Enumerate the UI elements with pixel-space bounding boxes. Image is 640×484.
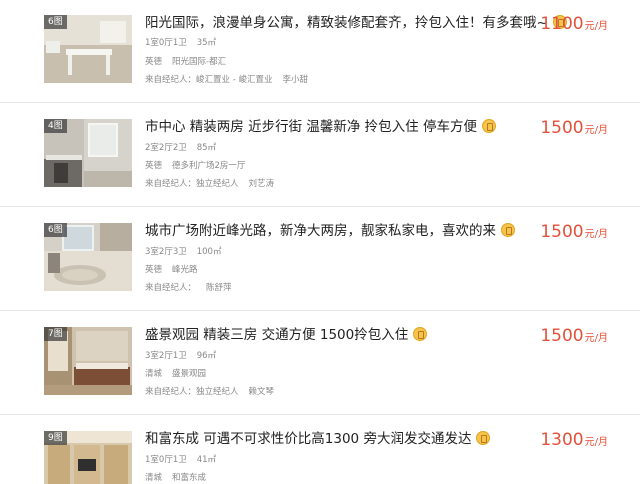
- photo-count-badge: 9图: [44, 431, 67, 445]
- listing-title[interactable]: 城市广场附近峰光路，新净大两房，靓家私家电，喜欢的来: [145, 223, 496, 239]
- price-unit: 元/月: [584, 333, 608, 344]
- photo-count-badge: 7图: [44, 327, 67, 341]
- listing-spec: 1室0厅1卫 35㎡: [145, 37, 216, 49]
- listing-item[interactable]: 9图 和富东成 可遇不可求性价比高1300 旁大润发交通发达 1300元/月 1…: [0, 416, 640, 484]
- community-link[interactable]: 峰光路: [172, 265, 198, 275]
- district-link[interactable]: 清城: [145, 369, 162, 379]
- agent-name-link[interactable]: 李小甜: [282, 75, 308, 85]
- price-value: 1300: [540, 430, 584, 450]
- listing-location: 英德 德多利广场2房一厅: [145, 160, 245, 172]
- verified-badge-icon: [413, 327, 428, 341]
- district-link[interactable]: 清城: [145, 473, 162, 483]
- listing-location: 英德 峰光路: [145, 264, 198, 276]
- listing-spec: 3室2厅1卫 96㎡: [145, 350, 216, 362]
- listing-spec: 1室0厅1卫 41㎡: [145, 454, 216, 466]
- district-link[interactable]: 英德: [145, 57, 162, 67]
- listing-spec: 3室2厅3卫 100㎡: [145, 246, 221, 258]
- agent-name-link[interactable]: 赖文琴: [249, 387, 275, 397]
- room-layout: 2室2厅2卫: [145, 143, 187, 153]
- room-layout: 1室0厅1卫: [145, 38, 187, 48]
- verified-badge-icon: [481, 119, 496, 133]
- community-link[interactable]: 盛景观园: [172, 369, 206, 379]
- listing-location: 清城 和富东成: [145, 472, 206, 484]
- agent-source: 来自经纪人：峻汇置业 - 峻汇置业: [145, 75, 273, 85]
- listing-price: 1100元/月: [540, 14, 608, 34]
- listing-title[interactable]: 市中心 精装两房 近步行街 温馨新净 拎包入住 停车方便: [145, 119, 477, 135]
- listing-agent: 来自经纪人：峻汇置业 - 峻汇置业 李小甜: [145, 74, 308, 86]
- listing-thumbnail[interactable]: 6图: [44, 223, 132, 291]
- agent-source: 来自经纪人：: [145, 283, 197, 293]
- listing-title-link[interactable]: 市中心 精装两房 近步行街 温馨新净 拎包入住 停车方便: [145, 117, 496, 137]
- listing-spec: 2室2厅2卫 85㎡: [145, 142, 216, 154]
- price-value: 1500: [540, 118, 584, 138]
- listing-location: 清城 盛景观园: [145, 368, 206, 380]
- price-value: 1500: [540, 222, 584, 242]
- verified-badge-icon: [501, 223, 515, 237]
- listing-title-link[interactable]: 盛景观园 精装三房 交通方便 1500拎包入住: [145, 325, 428, 345]
- price-unit: 元/月: [584, 229, 608, 240]
- district-link[interactable]: 英德: [145, 265, 162, 275]
- photo-count-badge: 6图: [44, 223, 67, 237]
- room-area: 41㎡: [196, 455, 217, 465]
- price-unit: 元/月: [584, 21, 608, 32]
- listing-title-link[interactable]: 和富东成 可遇不可求性价比高1300 旁大润发交通发达: [145, 429, 491, 449]
- listing-item[interactable]: 6图 城市广场附近峰光路，新净大两房，靓家私家电，喜欢的来 1500元/月 3室…: [0, 208, 640, 311]
- room-area: 85㎡: [196, 143, 217, 153]
- listing-price: 1500元/月: [540, 118, 608, 138]
- listing-thumbnail[interactable]: 7图: [44, 327, 132, 395]
- price-unit: 元/月: [584, 437, 608, 448]
- room-layout: 1室0厅1卫: [145, 455, 187, 465]
- listing-thumbnail[interactable]: 9图: [44, 431, 132, 484]
- room-area: 100㎡: [196, 247, 222, 257]
- community-link[interactable]: 阳光国际-都汇: [172, 57, 226, 67]
- listing-item[interactable]: 6图 阳光国际，浪漫单身公寓，精致装修配套齐，拎包入住！有多套哦~ 1100元/…: [0, 0, 640, 103]
- price-unit: 元/月: [584, 125, 608, 136]
- agent-source: 来自经纪人：独立经纪人: [145, 387, 239, 397]
- agent-name-link[interactable]: 刘艺涛: [249, 179, 275, 189]
- agent-source: 来自经纪人：独立经纪人: [145, 179, 239, 189]
- community-link[interactable]: 和富东成: [172, 473, 206, 483]
- photo-count-badge: 6图: [44, 15, 67, 29]
- listing-agent: 来自经纪人： 陈舒萍: [145, 282, 232, 294]
- listing-title[interactable]: 盛景观园 精装三房 交通方便 1500拎包入住: [145, 327, 408, 343]
- listing-item[interactable]: 7图 盛景观园 精装三房 交通方便 1500拎包入住 1500元/月 3室2厅1…: [0, 312, 640, 415]
- listing-agent: 来自经纪人：独立经纪人 刘艺涛: [145, 178, 274, 190]
- photo-count-badge: 4图: [44, 119, 67, 133]
- listing-title[interactable]: 阳光国际，浪漫单身公寓，精致装修配套齐，拎包入住！有多套哦~: [145, 15, 548, 31]
- listing-list: 6图 阳光国际，浪漫单身公寓，精致装修配套齐，拎包入住！有多套哦~ 1100元/…: [0, 0, 640, 484]
- listing-title[interactable]: 和富东成 可遇不可求性价比高1300 旁大润发交通发达: [145, 431, 471, 447]
- room-layout: 3室2厅1卫: [145, 351, 187, 361]
- district-link[interactable]: 英德: [145, 161, 162, 171]
- listing-price: 1300元/月: [540, 430, 608, 450]
- price-value: 1100: [540, 14, 584, 34]
- listing-price: 1500元/月: [540, 222, 608, 242]
- community-link[interactable]: 德多利广场2房一厅: [172, 161, 245, 171]
- listing-item[interactable]: 4图 市中心 精装两房 近步行街 温馨新净 拎包入住 停车方便 1500元/月 …: [0, 104, 640, 207]
- listing-title-link[interactable]: 阳光国际，浪漫单身公寓，精致装修配套齐，拎包入住！有多套哦~: [145, 13, 567, 33]
- listing-thumbnail[interactable]: 6图: [44, 15, 132, 83]
- listing-title-link[interactable]: 城市广场附近峰光路，新净大两房，靓家私家电，喜欢的来: [145, 221, 515, 241]
- agent-name-link[interactable]: 陈舒萍: [206, 283, 232, 293]
- listing-agent: 来自经纪人：独立经纪人 赖文琴: [145, 386, 274, 398]
- listing-location: 英德 阳光国际-都汇: [145, 56, 226, 68]
- listing-price: 1500元/月: [540, 326, 608, 346]
- price-value: 1500: [540, 326, 584, 346]
- verified-badge-icon: [476, 431, 491, 445]
- room-area: 35㎡: [196, 38, 217, 48]
- room-layout: 3室2厅3卫: [145, 247, 187, 257]
- room-area: 96㎡: [196, 351, 217, 361]
- listing-thumbnail[interactable]: 4图: [44, 119, 132, 187]
